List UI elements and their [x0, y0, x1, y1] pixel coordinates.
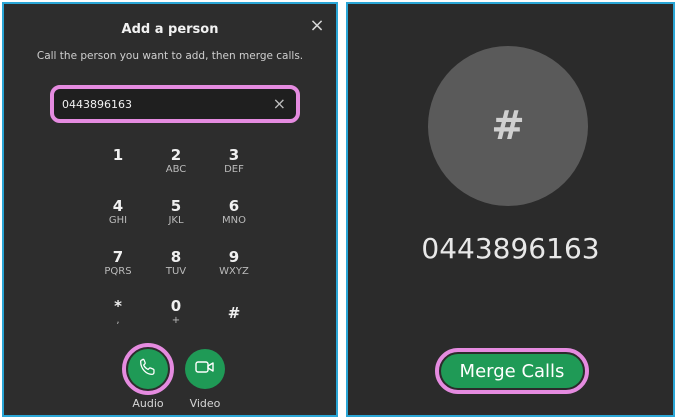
active-call-panel: # 0443896163 Merge Calls	[346, 2, 675, 417]
key-letters: ABC	[165, 164, 187, 175]
key-digit: 4	[112, 197, 124, 215]
dialog-subtitle: Call the person you want to add, then me…	[36, 50, 304, 62]
audio-call-button[interactable]	[128, 349, 168, 389]
dialog-title: Add a person	[121, 22, 219, 37]
key-digit: #	[227, 304, 241, 322]
keypad-key-4[interactable]: 4 GHI	[93, 197, 143, 237]
key-letters: WXYZ	[219, 266, 249, 277]
contact-avatar: #	[428, 46, 588, 206]
phone-input-container: ×	[50, 85, 300, 123]
key-digit: 0	[170, 297, 182, 315]
close-icon[interactable]: ×	[308, 17, 326, 35]
keypad-key-7[interactable]: 7 PQRS	[93, 248, 143, 288]
key-letters: JKL	[168, 215, 184, 226]
key-digit: 1	[112, 146, 124, 164]
clear-icon[interactable]: ×	[273, 94, 286, 114]
keypad-key-star[interactable]: * ,	[93, 297, 143, 337]
video-call-button[interactable]	[185, 349, 225, 389]
key-letters: TUV	[165, 266, 187, 277]
video-label: Video	[189, 397, 221, 410]
phone-icon	[137, 356, 159, 382]
key-digit: 2	[170, 146, 182, 164]
avatar-symbol: #	[491, 103, 525, 149]
key-letters: MNO	[222, 215, 246, 226]
keypad-key-8[interactable]: 8 TUV	[151, 248, 201, 288]
keypad-key-9[interactable]: 9 WXYZ	[209, 248, 259, 288]
key-digit: 7	[112, 248, 124, 266]
keypad-key-hash[interactable]: #	[209, 304, 259, 344]
keypad-key-5[interactable]: 5 JKL	[151, 197, 201, 237]
keypad-key-1[interactable]: 1	[93, 146, 143, 186]
key-digit: 6	[228, 197, 240, 215]
key-letters: PQRS	[104, 266, 132, 277]
key-digit: 9	[228, 248, 240, 266]
add-person-panel: Add a person × Call the person you want …	[2, 2, 338, 417]
call-number: 0443896163	[421, 232, 600, 265]
key-letters: ,	[116, 315, 120, 326]
keypad-key-3[interactable]: 3 DEF	[209, 146, 259, 186]
merge-button-highlight: Merge Calls	[435, 348, 589, 394]
key-digit: 8	[170, 248, 182, 266]
key-letters: DEF	[224, 164, 244, 175]
keypad-key-0[interactable]: 0 +	[151, 297, 201, 337]
merge-calls-button[interactable]: Merge Calls	[441, 354, 583, 388]
video-camera-icon	[193, 357, 217, 381]
keypad-key-6[interactable]: 6 MNO	[209, 197, 259, 237]
key-digit: *	[114, 297, 122, 315]
keypad-key-2[interactable]: 2 ABC	[151, 146, 201, 186]
audio-label: Audio	[132, 397, 164, 410]
key-letters: +	[171, 315, 181, 326]
phone-number-input[interactable]	[62, 95, 262, 113]
key-letters: GHI	[108, 215, 128, 226]
key-digit: 5	[170, 197, 182, 215]
key-digit: 3	[228, 146, 240, 164]
